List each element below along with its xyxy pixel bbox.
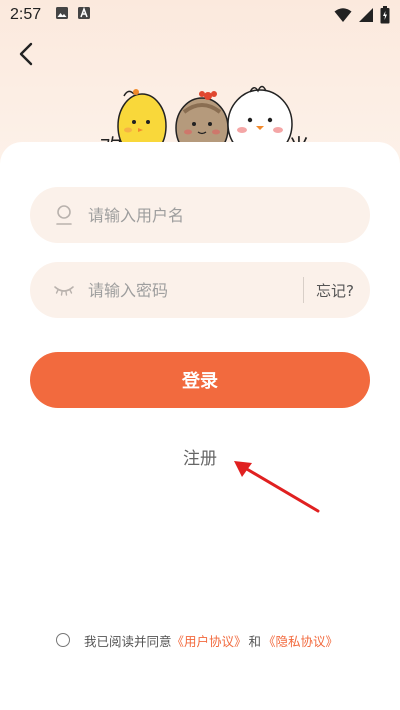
field-divider xyxy=(303,277,305,303)
register-link[interactable]: 注册 xyxy=(170,444,230,469)
signal-icon xyxy=(358,7,374,28)
status-system-icons xyxy=(334,6,390,29)
status-bar: 2:57 xyxy=(0,0,400,30)
password-field[interactable]: 忘记? xyxy=(30,262,370,318)
status-time: 2:57 xyxy=(10,6,42,23)
chevron-left-icon xyxy=(19,42,33,66)
wifi-icon xyxy=(334,7,352,28)
privacy-agreement-link[interactable]: 《隐私协议》 xyxy=(263,631,338,650)
agreement-and: 和 xyxy=(248,633,262,649)
battery-icon xyxy=(380,6,390,29)
user-agreement-link[interactable]: 《用户协议》 xyxy=(172,631,247,650)
agreement-checkbox[interactable] xyxy=(56,633,70,647)
login-button[interactable]: 登录 xyxy=(30,352,370,408)
eye-closed-icon[interactable] xyxy=(52,278,76,302)
forgot-password-link[interactable]: 忘记? xyxy=(316,280,354,301)
user-icon xyxy=(52,203,76,227)
back-button[interactable] xyxy=(12,40,40,68)
agreement-row: 我已阅读并同意 《用户协议》 和 《隐私协议》 xyxy=(56,630,376,650)
status-notification-icons xyxy=(55,6,91,25)
username-field[interactable] xyxy=(30,187,370,243)
username-input[interactable] xyxy=(88,205,354,225)
agreement-prefix: 我已阅读并同意 xyxy=(84,633,172,649)
password-input[interactable] xyxy=(88,280,296,300)
image-notification-icon xyxy=(55,6,69,25)
annotation-arrow-icon xyxy=(234,461,320,513)
text-notification-icon xyxy=(77,6,91,25)
